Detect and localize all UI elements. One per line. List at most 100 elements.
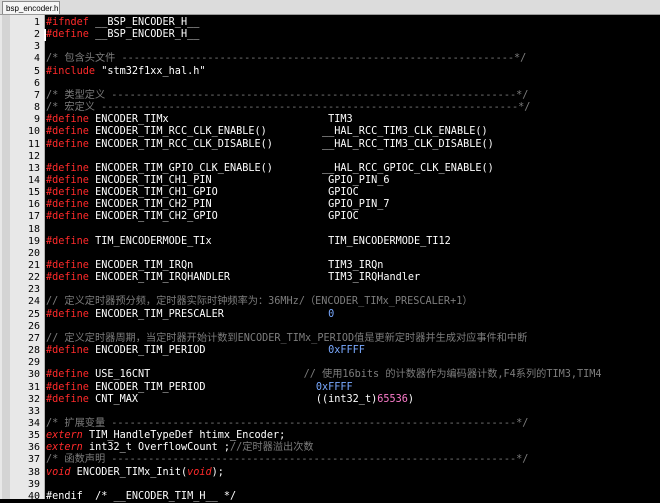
code-line[interactable]: 35 extern TIM_HandleTypeDef htimx_Encoder… bbox=[0, 430, 660, 442]
line-code: #define ENCODER_TIM_CH2_GPIO GPIOC bbox=[46, 211, 359, 223]
code-line[interactable]: 19 #define TIM_ENCODERMODE_TIx TIM_ENCODE… bbox=[0, 236, 660, 248]
line-code: #define ENCODER_TIM_IRQn TIM3_IRQn bbox=[46, 260, 383, 272]
code-token: #define bbox=[46, 235, 89, 247]
code-line[interactable]: 11 #define ENCODER_TIM_RCC_CLK_DISABLE() … bbox=[0, 139, 660, 151]
line-code: /* 函数声明 --------------------------------… bbox=[46, 454, 528, 466]
code-line[interactable]: 37 /* 函数声明 ------------------------------… bbox=[0, 454, 660, 466]
line-number: 35 bbox=[27, 430, 40, 442]
code-token: #define bbox=[46, 187, 89, 199]
line-number: 5 bbox=[33, 65, 40, 77]
line-code: #define __BSP_ENCODER_H__ bbox=[46, 29, 199, 41]
code-line[interactable]: 16 #define ENCODER_TIM_CH2_PIN GPIO_PIN_7 bbox=[0, 199, 660, 211]
code-line[interactable]: 36 extern int32_t OverflowCount ;//定时器溢出次… bbox=[0, 442, 660, 454]
code-token: ); bbox=[211, 466, 224, 478]
line-number: 29 bbox=[27, 357, 40, 369]
code-line[interactable]: 10 #define ENCODER_TIM_RCC_CLK_ENABLE() _… bbox=[0, 126, 660, 138]
code-token: __BSP_ENCODER_H__ bbox=[88, 17, 200, 28]
code-token: // 定义定时器周期，当定时器开始计数到ENCODER_TIMx_PERIOD值… bbox=[46, 332, 528, 344]
line-code: #define USE_16CNT // 使用16bits 的计数器作为编码器计… bbox=[46, 369, 602, 381]
code-line[interactable]: 14 #define ENCODER_TIM_CH1_PIN GPIO_PIN_6 bbox=[0, 175, 660, 187]
code-line[interactable]: 20 bbox=[0, 248, 660, 260]
line-number: 14 bbox=[27, 174, 40, 186]
code-line[interactable]: 6 bbox=[0, 78, 660, 90]
code-token: void bbox=[46, 466, 71, 478]
line-code: #define CNT_MAX ((int32_t)65536) bbox=[46, 394, 414, 406]
code-line[interactable]: 26 bbox=[0, 321, 660, 333]
code-token: ) bbox=[407, 393, 415, 405]
line-number: 11 bbox=[27, 138, 40, 150]
code-line[interactable]: 24 // 定义定时器预分频，定时器实际时钟频率为：36MHz/（ENCODER_… bbox=[0, 296, 660, 308]
line-number: 20 bbox=[27, 247, 40, 259]
code-line[interactable]: 39 bbox=[0, 479, 660, 491]
line-number: 34 bbox=[27, 417, 40, 429]
code-line[interactable]: 22 #define ENCODER_TIM_IRQHANDLER TIM3_IR… bbox=[0, 272, 660, 284]
code-line[interactable]: 5 #include "stm32f1xx_hal.h" bbox=[0, 66, 660, 78]
file-tab-bsp-encoder[interactable]: bsp_encoder.h bbox=[2, 1, 60, 14]
code-token: ENCODER_TIM_CH2_GPIO GPIOC bbox=[88, 211, 359, 223]
code-line[interactable]: 40 #endif /* __ENCODER_TIM_H__ */ bbox=[0, 491, 660, 503]
line-number: 28 bbox=[27, 345, 40, 357]
code-token: #define bbox=[46, 114, 89, 126]
code-token: #ifndef bbox=[46, 17, 89, 28]
code-token: ENCODER_TIM_GPIO_CLK_ENABLE() __HAL_RCC_… bbox=[88, 162, 494, 174]
line-number: 22 bbox=[27, 272, 40, 284]
line-code: #define ENCODER_TIM_PERIOD 0xFFFF bbox=[46, 345, 365, 357]
line-number: 32 bbox=[27, 393, 40, 405]
code-line[interactable]: 9 #define ENCODER_TIMx TIM3 bbox=[0, 114, 660, 126]
code-line[interactable]: 4 /* 包含头文件 ------------------------------… bbox=[0, 53, 660, 65]
code-line[interactable]: 13 #define ENCODER_TIM_GPIO_CLK_ENABLE() … bbox=[0, 163, 660, 175]
code-line[interactable]: 18 bbox=[0, 224, 660, 236]
line-code: #ifndef __BSP_ENCODER_H__ bbox=[46, 17, 199, 29]
code-token: ENCODER_TIM_IRQn TIM3_IRQn bbox=[88, 260, 384, 271]
code-line[interactable]: 21 #define ENCODER_TIM_IRQn TIM3_IRQn bbox=[0, 260, 660, 272]
line-number: 13 bbox=[27, 162, 40, 174]
code-line[interactable]: 32 #define CNT_MAX ((int32_t)65536) bbox=[0, 394, 660, 406]
code-editor[interactable]: 1 #ifndef __BSP_ENCODER_H__ 2 #define __BSP… bbox=[0, 15, 660, 502]
code-line[interactable]: 12 bbox=[0, 151, 660, 163]
code-token: // 使用16bits 的计数器作为编码器计数,F4系列的TIM3,TIM4 bbox=[303, 369, 602, 381]
line-number: 21 bbox=[27, 260, 40, 271]
code-line[interactable]: 1 #ifndef __BSP_ENCODER_H__ bbox=[0, 17, 660, 29]
code-line[interactable]: 34 /* 扩展变量 ------------------------------… bbox=[0, 418, 660, 430]
line-code: #define ENCODER_TIM_GPIO_CLK_ENABLE() __… bbox=[46, 163, 494, 175]
line-code: /* 类型定义 --------------------------------… bbox=[46, 90, 528, 102]
code-line[interactable]: 8 /* 宏定义 --------------------------------… bbox=[0, 102, 660, 114]
text-cursor bbox=[44, 29, 46, 41]
code-token: #define bbox=[46, 308, 89, 320]
line-number: 23 bbox=[27, 284, 40, 296]
code-line[interactable]: 38 void ENCODER_TIMx_Init(void); bbox=[0, 467, 660, 479]
code-token: extern bbox=[46, 430, 83, 442]
code-line[interactable]: 28 #define ENCODER_TIM_PERIOD 0xFFFF bbox=[0, 345, 660, 357]
code-token: CNT_MAX ((int32_t) bbox=[88, 393, 378, 405]
line-number: 17 bbox=[27, 211, 40, 223]
line-number: 40 bbox=[27, 490, 40, 502]
code-line[interactable]: 15 #define ENCODER_TIM_CH1_GPIO GPIOC bbox=[0, 187, 660, 199]
code-line[interactable]: 33 bbox=[0, 406, 660, 418]
file-tab-bar: bsp_encoder.h bbox=[0, 0, 660, 15]
code-line[interactable]: 27 // 定义定时器周期，当定时器开始计数到ENCODER_TIMx_PERIO… bbox=[0, 333, 660, 345]
code-line[interactable]: 3 bbox=[0, 41, 660, 53]
line-number: 4 bbox=[33, 53, 40, 65]
code-line[interactable]: 23 bbox=[0, 284, 660, 296]
code-line[interactable]: 17 #define ENCODER_TIM_CH2_GPIO GPIOC bbox=[0, 211, 660, 223]
code-token: USE_16CNT bbox=[88, 369, 304, 381]
code-token: //定时器溢出次数 bbox=[230, 442, 314, 454]
line-code: #define ENCODER_TIM_RCC_CLK_DISABLE() __… bbox=[46, 139, 494, 151]
line-number: 9 bbox=[33, 114, 40, 126]
code-token: // 定义定时器预分频，定时器实际时钟频率为：36MHz/（ENCODER_TI… bbox=[46, 296, 473, 308]
code-line[interactable]: 25 #define ENCODER_TIM_PRESCALER 0 bbox=[0, 309, 660, 321]
code-line[interactable]: 31 #define ENCODER_TIM_PERIOD 0xFFFF bbox=[0, 382, 660, 394]
line-number: 38 bbox=[27, 466, 40, 478]
code-token: ENCODER_TIM_PERIOD bbox=[88, 345, 329, 357]
line-number: 12 bbox=[27, 150, 40, 162]
line-number: 8 bbox=[33, 102, 40, 114]
code-line[interactable]: 2 #define __BSP_ENCODER_H__ bbox=[0, 29, 660, 41]
code-token: /* 包含头文件 -------------------------------… bbox=[46, 53, 527, 65]
code-line[interactable]: 7 /* 类型定义 -------------------------------… bbox=[0, 90, 660, 102]
code-line[interactable]: 30 #define USE_16CNT // 使用16bits 的计数器作为编码… bbox=[0, 369, 660, 381]
code-line[interactable]: 29 bbox=[0, 357, 660, 369]
code-token: ENCODER_TIM_CH1_PIN GPIO_PIN_6 bbox=[88, 174, 390, 186]
code-token: ENCODER_TIM_IRQHANDLER TIM3_IRQHandler bbox=[88, 272, 421, 284]
code-token: /* 函数声明 --------------------------------… bbox=[46, 454, 529, 466]
line-number: 27 bbox=[27, 332, 40, 344]
